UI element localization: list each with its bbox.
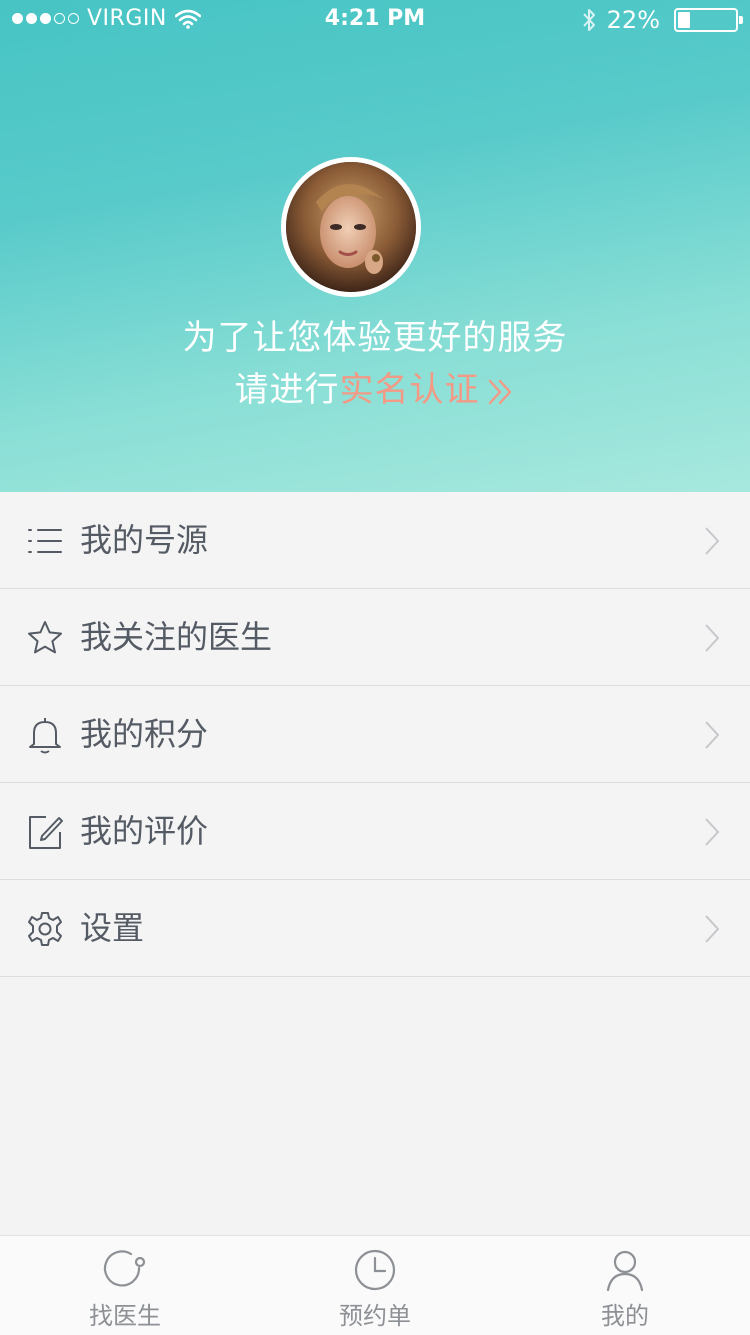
status-bar: VIRGIN 4:21 PM 22% [0,0,750,40]
menu-item-my-appointments[interactable]: 我的号源 [0,492,750,589]
tab-find-doctor[interactable]: 找医生 [0,1236,250,1335]
menu-label: 设置 [80,909,145,947]
menu-label: 我的号源 [80,521,209,559]
profile-header: VIRGIN 4:21 PM 22% 为了让您体验更好的服务 请进行实名认证 [0,0,750,492]
verification-prompt: 为了让您体验更好的服务 [182,318,568,358]
bluetooth-icon [582,9,595,31]
bell-icon [29,718,61,754]
menu-item-followed-doctors[interactable]: 我关注的医生 [0,589,750,686]
double-chevron-right-icon [488,379,511,404]
battery-fill [678,12,690,28]
status-right: 22% [581,6,743,34]
tab-label: 预约单 [339,1302,411,1330]
battery-percent: 22% [606,6,660,34]
tab-label: 我的 [601,1302,649,1330]
list-icon [28,529,62,553]
verification-link-text: 实名认证 [339,370,480,410]
gear-icon [28,912,62,946]
avatar[interactable] [281,157,421,297]
tab-appointments[interactable]: 预约单 [250,1236,500,1335]
avatar-image [286,162,416,292]
edit-icon [29,816,63,849]
menu-item-settings[interactable]: 设置 [0,880,750,977]
user-icon [606,1250,644,1292]
tab-label: 找医生 [89,1302,161,1330]
chevron-right-icon [705,818,720,846]
star-icon [28,621,62,654]
tab-bar: 找医生 预约单 我的 [0,1235,750,1335]
chevron-right-icon [705,915,720,943]
clock-icon [354,1249,396,1291]
chevron-right-icon [705,527,720,555]
verification-prefix: 请进行 [234,370,340,410]
menu-label: 我的评价 [80,812,209,850]
tab-mine[interactable]: 我的 [500,1236,750,1335]
chevron-right-icon [705,624,720,652]
find-doctor-icon [103,1250,146,1287]
menu-label: 我的积分 [80,715,209,753]
real-name-verification-link[interactable]: 实名认证 [340,370,516,410]
menu-item-my-points[interactable]: 我的积分 [0,686,750,783]
battery-icon [674,8,743,32]
profile-menu: 我的号源 我关注的医生 我的积分 我的评价 设置 [0,492,750,977]
menu-item-my-reviews[interactable]: 我的评价 [0,783,750,880]
menu-label: 我关注的医生 [80,618,273,656]
chevron-right-icon [705,721,720,749]
verification-prompt-line2: 请进行实名认证 [0,362,750,411]
